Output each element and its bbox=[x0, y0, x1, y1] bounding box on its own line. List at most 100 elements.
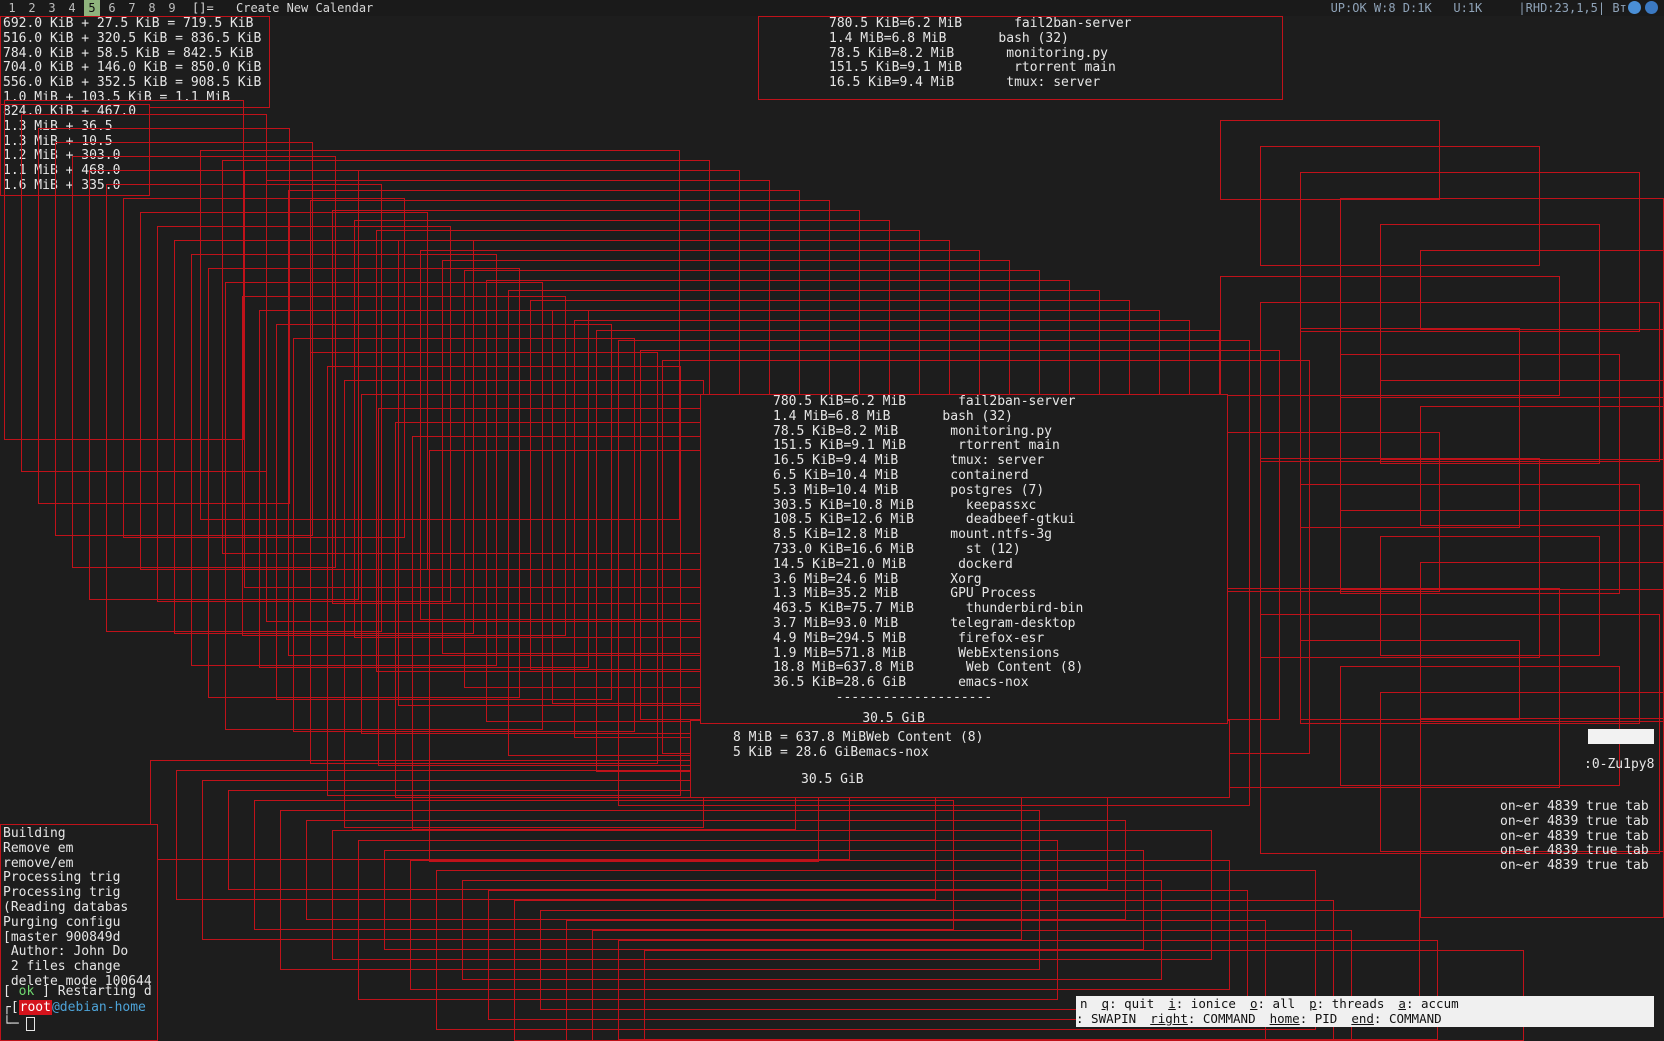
total-value: 10.4 MiB bbox=[835, 467, 899, 483]
command-name: postgres (7) bbox=[950, 482, 1045, 498]
help-line-2: : SWAPIN right: COMMAND home: PID end: COMM… bbox=[1076, 1011, 1442, 1026]
equals-sign: = bbox=[827, 645, 836, 661]
grand-total-row: 30.5 GiB bbox=[731, 697, 925, 723]
tab-rows: on~er 4839 true tab on~er 4839 true tab on… bbox=[1500, 799, 1649, 874]
workspace-9[interactable]: 9 bbox=[164, 0, 180, 16]
total-value: 10.4 MiB bbox=[835, 482, 899, 498]
process-row[interactable]: 463.5 KiB=75.7 MiB thunderbird-bin bbox=[773, 601, 1227, 617]
equals-sign: = bbox=[827, 630, 836, 646]
process-row[interactable]: 1.4 MiB=6.8 MiB bash (32) bbox=[773, 408, 1227, 425]
help-key: i bbox=[1168, 996, 1176, 1011]
process-row[interactable]: 303.5 KiB=10.8 MiB keepassxc bbox=[773, 497, 1227, 514]
process-row[interactable]: 36.5 KiB=28.6 GiB emacs-nox bbox=[773, 675, 1227, 691]
process-row[interactable]: 6.5 KiB=10.4 MiB containerd bbox=[773, 467, 1227, 484]
total-value: 637.8 MiB bbox=[843, 660, 914, 676]
workspace-6[interactable]: 6 bbox=[104, 0, 120, 16]
swap-value: 6.5 KiB bbox=[773, 467, 828, 483]
swap-value: 780.5 KiB bbox=[773, 394, 844, 409]
tail-command: Web Content (8) bbox=[866, 730, 984, 745]
equals-sign: = bbox=[827, 586, 836, 602]
layout-indicator[interactable]: []= bbox=[192, 0, 214, 16]
process-row[interactable]: 8.5 KiB=12.8 MiB mount.ntfs-3g bbox=[773, 527, 1227, 543]
terminal-line: [master 900849d bbox=[3, 929, 121, 945]
equals-sign: = bbox=[827, 615, 836, 631]
help-item-o: o: all bbox=[1236, 996, 1295, 1011]
process-row[interactable]: 3.6 MiB=24.6 MiB Xorg bbox=[773, 572, 1227, 588]
terminal-line: (Reading databas bbox=[3, 899, 129, 915]
help-label: : quit bbox=[1109, 996, 1155, 1011]
workspace-4[interactable]: 4 bbox=[64, 0, 80, 16]
command-name: tmux: server bbox=[950, 453, 1045, 469]
total-value: 35.2 MiB bbox=[835, 586, 899, 602]
update-tray-icon[interactable] bbox=[1645, 1, 1658, 14]
shell-prompt[interactable]: ┌[root@debian-home bbox=[3, 1000, 146, 1016]
terminal-line: remove/em bbox=[3, 855, 74, 871]
tail-total-value: 8 MiB = 637.8 MiB bbox=[733, 730, 867, 745]
help-key: end bbox=[1351, 1011, 1374, 1026]
process-row[interactable]: 108.5 KiB=12.6 MiB deadbeef-gtkui bbox=[773, 512, 1227, 528]
swap-value: 78.5 KiB bbox=[773, 423, 836, 439]
process-row[interactable]: 18.8 MiB=637.8 MiB Web Content (8) bbox=[773, 660, 1227, 676]
process-row[interactable]: 1.9 MiB=571.8 MiB WebExtensions bbox=[773, 645, 1227, 662]
swap-value: 1.3 MiB bbox=[773, 586, 828, 602]
process-row[interactable]: 5.3 MiB=10.4 MiB postgres (7) bbox=[773, 482, 1227, 499]
iotop-help-bar: n q: quit i: ionice o: all p: threads a: accu… bbox=[1076, 996, 1654, 1027]
swap-value: 303.5 KiB bbox=[773, 497, 844, 513]
tab-row: on~er 4839 true tab bbox=[1500, 813, 1649, 829]
swap-value: 16.5 KiB bbox=[773, 453, 836, 469]
help-label: : threads bbox=[1316, 996, 1385, 1011]
swap-value: 1.4 MiB bbox=[773, 408, 828, 424]
tab-row: on~er 4839 true tab bbox=[1500, 799, 1649, 814]
total-value: 8.2 MiB bbox=[843, 423, 899, 439]
top-status-bar: 123456789 []= Create New Calendar UP:OK … bbox=[0, 0, 1664, 16]
help-label: : COMMAND bbox=[1187, 1011, 1256, 1026]
prompt-cursor-line[interactable]: └─ bbox=[3, 1017, 36, 1032]
tail-row: 8 MiB = 637.8 MiBWeb Content (8) bbox=[733, 730, 1229, 746]
swap-value: 14.5 KiB bbox=[773, 556, 836, 572]
process-row[interactable]: 780.5 KiB=6.2 MiB fail2ban-server bbox=[773, 395, 1227, 410]
process-row[interactable]: 78.5 KiB=8.2 MiB monitoring.py bbox=[773, 423, 1227, 440]
process-row[interactable]: 151.5 KiB=9.1 MiB rtorrent main bbox=[773, 438, 1227, 454]
tail-command: emacs-nox bbox=[858, 744, 929, 760]
process-row[interactable]: 16.5 KiB=9.4 MiB tmux: server bbox=[773, 453, 1227, 469]
tail-total-value: 5 KiB = 28.6 GiB bbox=[733, 744, 859, 760]
swap-value: 463.5 KiB bbox=[773, 601, 844, 617]
help-key: o bbox=[1249, 996, 1258, 1011]
process-row[interactable]: 14.5 KiB=21.0 MiB dockerd bbox=[773, 556, 1227, 573]
command-name: telegram-desktop bbox=[950, 615, 1076, 631]
process-row[interactable]: 733.0 KiB=16.6 MiB st (12) bbox=[773, 542, 1227, 558]
command-name: emacs-nox bbox=[958, 675, 1029, 691]
workspace-5[interactable]: 5 bbox=[84, 0, 100, 16]
total-value: 294.5 MiB bbox=[835, 630, 907, 646]
system-status: UP:OK W:8 D:1K U:1K |RHD:23,1,5| Вт. bbox=[1330, 1, 1634, 15]
command-name: bash (32) bbox=[942, 408, 1013, 424]
workspace-1[interactable]: 1 bbox=[4, 0, 20, 16]
help-item-home: home: PID bbox=[1256, 1011, 1338, 1026]
swap-value: 151.5 KiB bbox=[773, 438, 844, 454]
equals-sign: = bbox=[827, 467, 836, 483]
help-label: : PID bbox=[1299, 1011, 1338, 1026]
process-row[interactable]: 3.7 MiB=93.0 MiB telegram-desktop bbox=[773, 615, 1227, 632]
workspace-8[interactable]: 8 bbox=[144, 0, 160, 16]
workspace-2[interactable]: 2 bbox=[24, 0, 40, 16]
terminal-pane[interactable]: Building Remove em remove/em Processing tri… bbox=[0, 824, 158, 1041]
workspace-7[interactable]: 7 bbox=[124, 0, 140, 16]
restart-line: [ ok ] Restarting d bbox=[3, 984, 152, 999]
total-value: 75.7 MiB bbox=[851, 601, 914, 617]
process-row[interactable]: 4.9 MiB=294.5 MiB firefox-esr bbox=[773, 630, 1227, 647]
tail-row: 5 KiB = 28.6 GiBemacs-nox bbox=[733, 744, 1229, 761]
swap-value: 8.5 KiB bbox=[773, 527, 828, 543]
help-item-end: end: COMMAND bbox=[1337, 1011, 1441, 1026]
terminal-line: Processing trig bbox=[3, 885, 121, 901]
help-key: right bbox=[1150, 1011, 1188, 1026]
prompt-host: @debian-home bbox=[51, 1000, 146, 1015]
help-item-right: right: COMMAND bbox=[1136, 1011, 1255, 1026]
process-swap-list[interactable]: 780.5 KiB=6.2 MiB fail2ban-server 1.4 MiB=… bbox=[700, 394, 1228, 724]
network-tray-icon[interactable] bbox=[1628, 1, 1641, 14]
process-list-tail: 8 MiB = 637.8 MiBWeb Content (8) 5 KiB = … bbox=[690, 720, 1230, 798]
tab-row: on~er 4839 true tab bbox=[1500, 828, 1649, 844]
workspace-3[interactable]: 3 bbox=[44, 0, 60, 16]
process-row[interactable]: 1.3 MiB=35.2 MiB GPU Process bbox=[773, 586, 1227, 602]
ok-status: ok bbox=[18, 984, 35, 999]
terminal-line: Purging configu bbox=[3, 914, 121, 930]
